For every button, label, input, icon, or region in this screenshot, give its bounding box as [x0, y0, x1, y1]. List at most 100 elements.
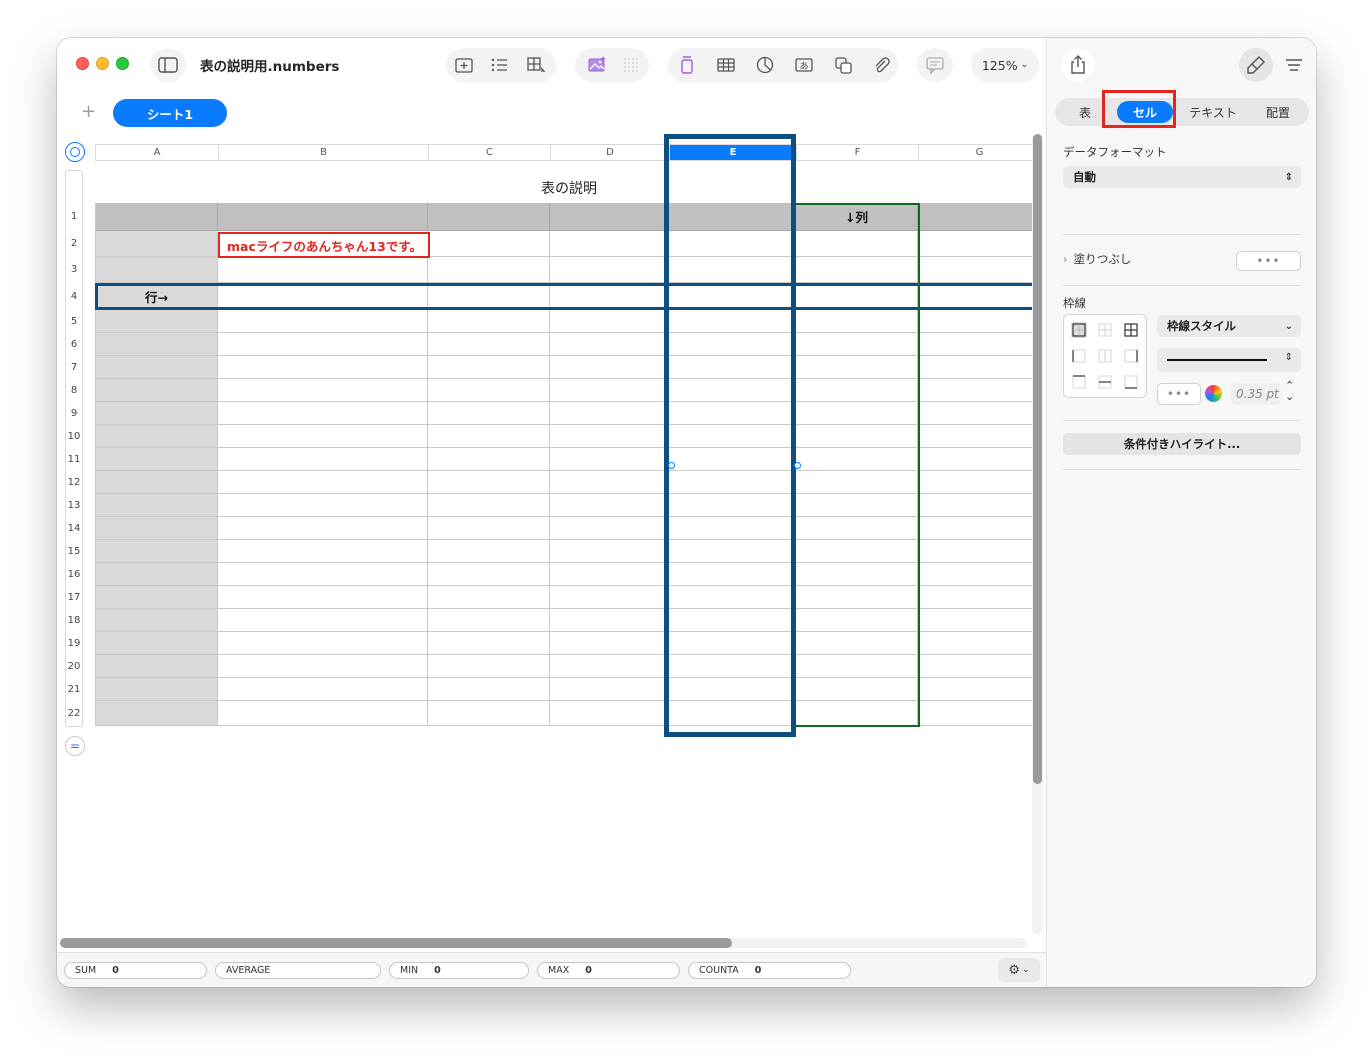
cell-b16[interactable] [218, 563, 428, 586]
row-header-1[interactable]: 1 [65, 203, 83, 231]
cell-g5[interactable] [918, 310, 1040, 333]
cell-d2[interactable] [550, 231, 669, 257]
cell-g15[interactable] [918, 540, 1040, 563]
border-color-more-button[interactable]: ••• [1157, 383, 1201, 405]
row-header-15[interactable]: 15 [65, 540, 83, 563]
column-header-g[interactable]: G [918, 144, 1040, 161]
cell-a7[interactable] [95, 356, 218, 379]
stat-sum[interactable]: SUM 0 [64, 962, 207, 979]
row-header-22[interactable]: 22 [65, 701, 83, 726]
cell-d6[interactable] [550, 333, 669, 356]
border-top-icon[interactable] [1071, 374, 1087, 390]
tab-text[interactable]: テキスト [1179, 98, 1247, 126]
cell-b7[interactable] [218, 356, 428, 379]
table-options-button[interactable] [523, 48, 549, 82]
cell-b12[interactable] [218, 471, 428, 494]
cell-g21[interactable] [918, 678, 1040, 701]
row-header-14[interactable]: 14 [65, 517, 83, 540]
cell-g17[interactable] [918, 586, 1040, 609]
sheet-tab[interactable]: シート1 [113, 99, 227, 127]
stroke-width-stepper[interactable]: ⌃ ⌄ [1285, 380, 1294, 402]
border-center-vertical-icon[interactable] [1097, 348, 1113, 364]
data-format-popup[interactable]: 自動 ⇕ [1063, 166, 1301, 188]
comment-button[interactable] [917, 48, 953, 82]
row-header-13[interactable]: 13 [65, 494, 83, 517]
cell-g3[interactable] [918, 257, 1040, 283]
cell-d11[interactable] [550, 448, 669, 471]
add-sheet-button[interactable]: + [81, 101, 96, 122]
row-header-19[interactable]: 19 [65, 632, 83, 655]
selection-handle-left[interactable] [668, 462, 675, 469]
cell-a2[interactable] [95, 231, 218, 257]
cell-g9[interactable] [918, 402, 1040, 425]
border-inner-icon[interactable] [1097, 322, 1113, 338]
stat-counta[interactable]: COUNTA 0 [688, 962, 851, 979]
row-header-17[interactable]: 17 [65, 586, 83, 609]
cell-c13[interactable] [428, 494, 550, 517]
cell-b14[interactable] [218, 517, 428, 540]
vertical-scrollbar[interactable] [1033, 134, 1042, 784]
cell-a11[interactable] [95, 448, 218, 471]
cell-c10[interactable] [428, 425, 550, 448]
cell-b5[interactable] [218, 310, 428, 333]
cell-b18[interactable] [218, 609, 428, 632]
column-header-f[interactable]: F [796, 144, 918, 161]
stroke-width-field[interactable]: 0.35 pt [1231, 383, 1281, 405]
cell-a10[interactable] [95, 425, 218, 448]
column-header-d[interactable]: D [550, 144, 669, 161]
cell-b13[interactable] [218, 494, 428, 517]
sidebar-toggle-button[interactable] [150, 48, 186, 82]
border-all-outer-icon[interactable] [1071, 322, 1087, 338]
share-button[interactable] [1061, 48, 1095, 82]
cell-c2[interactable] [428, 231, 550, 257]
minimize-window-button[interactable] [96, 57, 109, 70]
cell-d16[interactable] [550, 563, 669, 586]
cell-d18[interactable] [550, 609, 669, 632]
zoom-window-button[interactable] [116, 57, 129, 70]
cell-g8[interactable] [918, 379, 1040, 402]
cell-a1[interactable] [95, 203, 218, 231]
column-header-c[interactable]: C [428, 144, 550, 161]
row-header-10[interactable]: 10 [65, 425, 83, 448]
cell-b15[interactable] [218, 540, 428, 563]
border-all-icon[interactable] [1123, 322, 1139, 338]
cell-a13[interactable] [95, 494, 218, 517]
cell-d14[interactable] [550, 517, 669, 540]
status-settings-button[interactable]: ⚙ ⌄ [998, 958, 1040, 982]
stat-min[interactable]: MIN 0 [389, 962, 529, 979]
cell-c3[interactable] [428, 257, 550, 283]
cell-d7[interactable] [550, 356, 669, 379]
cell-g22[interactable] [918, 701, 1040, 726]
cell-g11[interactable] [918, 448, 1040, 471]
insert-button[interactable] [451, 48, 477, 82]
border-bottom-icon[interactable] [1123, 374, 1139, 390]
cell-g19[interactable] [918, 632, 1040, 655]
cell-a19[interactable] [95, 632, 218, 655]
cell-a18[interactable] [95, 609, 218, 632]
horizontal-scrollbar[interactable] [60, 938, 732, 948]
list-button[interactable] [486, 48, 512, 82]
cell-a12[interactable] [95, 471, 218, 494]
cell-d9[interactable] [550, 402, 669, 425]
cell-g12[interactable] [918, 471, 1040, 494]
organize-button[interactable] [1277, 48, 1311, 82]
border-center-horizontal-icon[interactable] [1097, 374, 1113, 390]
cell-b22[interactable] [218, 701, 428, 726]
row-header-18[interactable]: 18 [65, 609, 83, 632]
shape-button[interactable] [831, 48, 857, 82]
grid-dots-button[interactable] [618, 48, 644, 82]
row-header-6[interactable]: 6 [65, 333, 83, 356]
cell-c9[interactable] [428, 402, 550, 425]
cell-c12[interactable] [428, 471, 550, 494]
cell-g20[interactable] [918, 655, 1040, 678]
cell-d10[interactable] [550, 425, 669, 448]
cell-g18[interactable] [918, 609, 1040, 632]
column-header-a[interactable]: A [95, 144, 218, 161]
cell-c16[interactable] [428, 563, 550, 586]
cell-a20[interactable] [95, 655, 218, 678]
cell-c18[interactable] [428, 609, 550, 632]
cell-b1[interactable] [218, 203, 428, 231]
cell-b9[interactable] [218, 402, 428, 425]
cell-d20[interactable] [550, 655, 669, 678]
row-header-2[interactable]: 2 [65, 231, 83, 257]
